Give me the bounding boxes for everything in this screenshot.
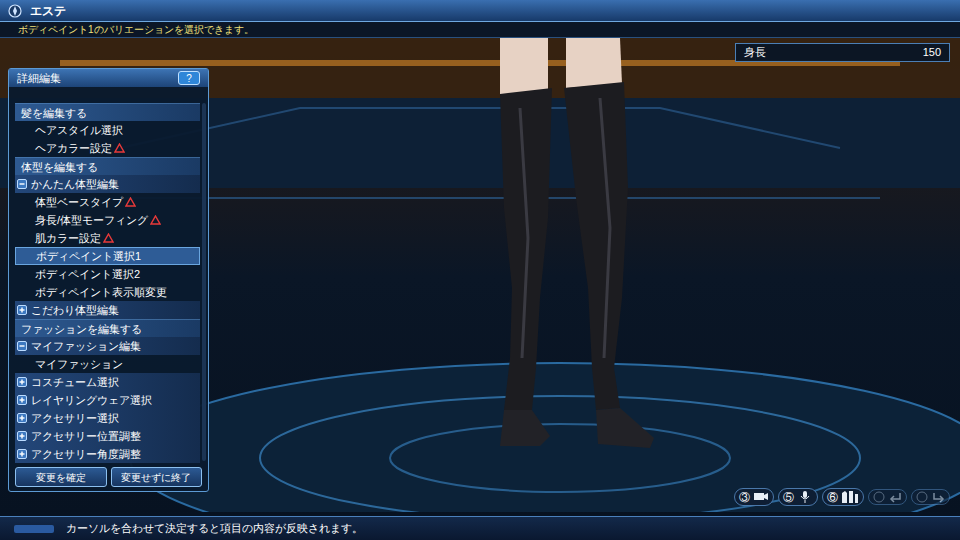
- expand-icon: [17, 431, 27, 441]
- section-header[interactable]: 髪を編集する: [15, 103, 200, 121]
- list-item[interactable]: 肌カラー設定: [15, 229, 200, 247]
- list-item[interactable]: マイファッション: [15, 355, 200, 373]
- brand-logo-icon: [14, 524, 54, 534]
- item-label: マイファッション: [35, 356, 123, 372]
- section-header[interactable]: ファッションを編集する: [15, 319, 200, 337]
- group-row[interactable]: アクセサリー選択: [15, 409, 200, 427]
- control-hints: ③ ⑤ ⑥: [734, 488, 950, 506]
- item-label: レイヤリングウェア選択: [31, 392, 152, 408]
- item-label: アクセサリー角度調整: [31, 446, 141, 462]
- group-row[interactable]: マイファッション編集: [15, 337, 200, 355]
- warning-icon: [103, 233, 114, 243]
- hint-text: ボディペイント1のバリエーションを選択できます。: [18, 23, 254, 37]
- height-value: 150: [923, 44, 941, 61]
- back-button[interactable]: [868, 489, 907, 505]
- confirm-button[interactable]: 変更を確定: [15, 467, 107, 487]
- item-label: ファッションを編集する: [21, 321, 142, 337]
- key-label: ⑤: [783, 490, 794, 504]
- item-label: ヘアカラー設定: [35, 140, 112, 156]
- item-label: 体型を編集する: [21, 159, 98, 175]
- voice-icon: [797, 489, 813, 505]
- list-item[interactable]: ヘアスタイル選択: [15, 121, 200, 139]
- item-label: 髪を編集する: [21, 105, 87, 121]
- item-label: ヘアスタイル選択: [35, 122, 123, 138]
- warning-icon: [114, 143, 125, 153]
- expand-icon: [17, 377, 27, 387]
- height-label: 身長: [744, 44, 766, 61]
- cancel-button[interactable]: 変更せずに終了: [111, 467, 203, 487]
- window-title: エステ: [30, 2, 66, 20]
- item-label: コスチューム選択: [31, 374, 119, 390]
- back-arrow-icon: [888, 490, 902, 504]
- wear-icon: [841, 489, 859, 505]
- group-row[interactable]: アクセサリー角度調整: [15, 445, 200, 463]
- item-label: こだわり体型編集: [31, 302, 119, 318]
- warning-icon: [125, 197, 136, 207]
- help-button[interactable]: ?: [178, 71, 200, 85]
- group-row[interactable]: こだわり体型編集: [15, 301, 200, 319]
- list-item[interactable]: 体型ベースタイプ: [15, 193, 200, 211]
- forward-button[interactable]: [911, 489, 950, 505]
- item-label: 肌カラー設定: [35, 230, 101, 246]
- group-row[interactable]: アクセサリー位置調整: [15, 427, 200, 445]
- title-bar: エステ: [0, 0, 960, 22]
- list-item[interactable]: 身長/体型モーフィング: [15, 211, 200, 229]
- item-label: アクセサリー位置調整: [31, 428, 141, 444]
- list-item[interactable]: ボディペイント選択1: [15, 247, 200, 265]
- section-header[interactable]: 体型を編集する: [15, 157, 200, 175]
- expand-icon: [17, 449, 27, 459]
- item-label: かんたん体型編集: [31, 176, 119, 192]
- item-label: ボディペイント選択2: [35, 266, 140, 282]
- warning-icon: [150, 215, 161, 225]
- hint-bar: ボディペイント1のバリエーションを選択できます。: [0, 22, 960, 38]
- group-row[interactable]: コスチューム選択: [15, 373, 200, 391]
- group-row[interactable]: レイヤリングウェア選択: [15, 391, 200, 409]
- edit-panel: 詳細編集 ? 髪を編集するヘアスタイル選択ヘアカラー設定体型を編集するかんたん体…: [8, 68, 209, 492]
- panel-buttons: 変更を確定変更せずに終了: [9, 465, 208, 491]
- list-item[interactable]: ヘアカラー設定: [15, 139, 200, 157]
- expand-icon: [17, 305, 27, 315]
- control-hint[interactable]: ③: [734, 488, 774, 506]
- group-row[interactable]: かんたん体型編集: [15, 175, 200, 193]
- button-icon: [873, 491, 885, 503]
- expand-icon: [17, 395, 27, 405]
- key-label: ③: [739, 490, 750, 504]
- camera-icon: [753, 489, 769, 505]
- panel-title: 詳細編集: [17, 70, 61, 87]
- control-hint[interactable]: ⑤: [778, 488, 818, 506]
- item-label: アクセサリー選択: [31, 410, 119, 426]
- height-readout: 身長 150: [735, 43, 950, 62]
- status-text: カーソルを合わせて決定すると項目の内容が反映されます。: [66, 520, 363, 537]
- list-item[interactable]: ボディペイント選択2: [15, 265, 200, 283]
- panel-header: 詳細編集 ?: [9, 69, 208, 87]
- list-item[interactable]: ボディペイント表示順変更: [15, 283, 200, 301]
- item-label: マイファッション編集: [31, 338, 141, 354]
- expand-icon: [17, 413, 27, 423]
- item-label: ボディペイント表示順変更: [35, 284, 167, 300]
- scene: 詳細編集 ? 髪を編集するヘアスタイル選択ヘアカラー設定体型を編集するかんたん体…: [0, 38, 960, 516]
- item-label: 体型ベースタイプ: [35, 194, 123, 210]
- forward-arrow-icon: [931, 490, 945, 504]
- scrollbar-track[interactable]: [202, 103, 206, 461]
- item-label: 身長/体型モーフィング: [35, 212, 148, 228]
- control-hint[interactable]: ⑥: [822, 488, 864, 506]
- item-label: ボディペイント選択1: [36, 248, 141, 264]
- status-bar: カーソルを合わせて決定すると項目の内容が反映されます。: [0, 516, 960, 540]
- collapse-icon: [17, 341, 27, 351]
- key-label: ⑥: [827, 490, 838, 504]
- edit-list: 髪を編集するヘアスタイル選択ヘアカラー設定体型を編集するかんたん体型編集体型ベー…: [15, 103, 200, 465]
- collapse-icon: [17, 179, 27, 189]
- emblem-icon: [8, 4, 22, 18]
- button-icon: [916, 491, 928, 503]
